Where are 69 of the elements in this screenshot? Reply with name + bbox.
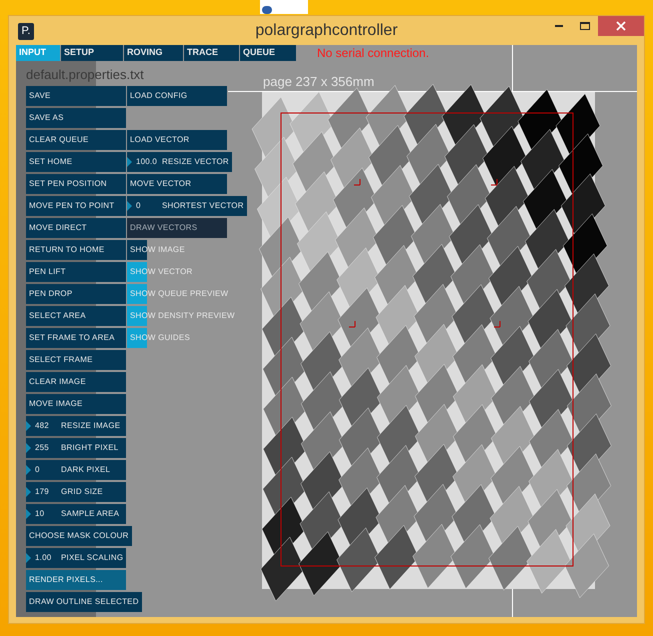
control-button[interactable]: MOVE DIRECT: [26, 218, 126, 238]
number-control[interactable]: 0 DARK PIXEL: [26, 460, 126, 480]
control-button[interactable]: CLEAR QUEUE: [26, 130, 126, 150]
value-field[interactable]: 10: [31, 508, 61, 520]
control-button[interactable]: MOVE VECTOR: [127, 174, 227, 194]
control-label: SAMPLE AREA: [61, 508, 120, 520]
triangle-icon: [127, 201, 132, 211]
number-control[interactable]: 1.00 PIXEL SCALING: [26, 548, 126, 568]
control-button[interactable]: DRAW OUTLINE SELECTED: [26, 592, 142, 612]
control-button[interactable]: MOVE PEN TO POINT: [26, 196, 126, 216]
control-button[interactable]: CLEAR IMAGE: [26, 372, 126, 392]
value-field[interactable]: 0: [132, 200, 162, 212]
control-button[interactable]: CHOOSE MASK COLOUR: [26, 526, 132, 546]
number-control[interactable]: 482 RESIZE IMAGE: [26, 416, 126, 436]
corner-mark: [494, 320, 500, 328]
tab[interactable]: QUEUE: [240, 45, 296, 61]
control-label: DARK PIXEL: [61, 464, 112, 476]
triangle-icon: [26, 509, 31, 519]
triangle-icon: [26, 553, 31, 563]
app-icon: P.: [18, 22, 34, 40]
window-title: polargraphcontroller: [255, 21, 398, 41]
control-button[interactable]: PEN LIFT: [26, 262, 126, 282]
control-button[interactable]: SELECT AREA: [26, 306, 126, 326]
control-label: SHORTEST VECTOR: [162, 200, 245, 212]
control-label: RESIZE IMAGE: [61, 420, 122, 432]
control-button[interactable]: SELECT FRAME: [26, 350, 126, 370]
triangle-icon: [127, 157, 132, 167]
value-field[interactable]: 179: [31, 486, 61, 498]
control-button[interactable]: RENDER PIXELS...: [26, 570, 126, 590]
triangle-icon: [26, 465, 31, 475]
corner-mark: [348, 320, 356, 328]
value-field[interactable]: 482: [31, 420, 61, 432]
close-icon: [616, 21, 626, 31]
control-button[interactable]: MOVE IMAGE: [26, 394, 126, 414]
control-button[interactable]: SAVE: [26, 86, 126, 106]
desktop-icon[interactable]: [260, 0, 308, 14]
file-name: default.properties.txt: [26, 66, 144, 84]
value-field[interactable]: 100.0: [132, 156, 162, 168]
number-control[interactable]: 10 SAMPLE AREA: [26, 504, 126, 524]
tab[interactable]: SETUP: [61, 45, 123, 61]
close-button[interactable]: [598, 16, 644, 36]
tab[interactable]: ROVING: [124, 45, 183, 61]
status-message: No serial connection.: [317, 45, 430, 62]
page-label: page 237 x 356mm: [263, 75, 374, 88]
control-button[interactable]: LOAD VECTOR: [127, 130, 227, 150]
number-control[interactable]: 179 GRID SIZE: [26, 482, 126, 502]
triangle-icon: [26, 487, 31, 497]
value-field[interactable]: 255: [31, 442, 61, 454]
control-button[interactable]: SET FRAME TO AREA: [26, 328, 126, 348]
value-field[interactable]: 1.00: [31, 552, 61, 564]
control-button[interactable]: LOAD CONFIG: [127, 86, 227, 106]
number-control[interactable]: 255 BRIGHT PIXEL: [26, 438, 126, 458]
triangle-icon: [26, 421, 31, 431]
corner-mark: [354, 178, 360, 186]
control-button[interactable]: RETURN TO HOME: [26, 240, 126, 260]
control-button[interactable]: SAVE AS: [26, 108, 126, 128]
control-label: RESIZE VECTOR: [162, 156, 230, 168]
tab[interactable]: TRACE: [184, 45, 239, 61]
control-label: GRID SIZE: [61, 486, 104, 498]
number-control[interactable]: 100.0 RESIZE VECTOR: [127, 152, 232, 172]
control-button[interactable]: PEN DROP: [26, 284, 126, 304]
control-button[interactable]: SET PEN POSITION: [26, 174, 126, 194]
triangle-icon: [26, 443, 31, 453]
number-control[interactable]: 0 SHORTEST VECTOR: [127, 196, 247, 216]
control-button[interactable]: SET HOME: [26, 152, 126, 172]
value-field[interactable]: 0: [31, 464, 61, 476]
control-label: BRIGHT PIXEL: [61, 442, 120, 454]
control-label: PIXEL SCALING: [61, 552, 124, 564]
corner-mark: [490, 178, 498, 186]
